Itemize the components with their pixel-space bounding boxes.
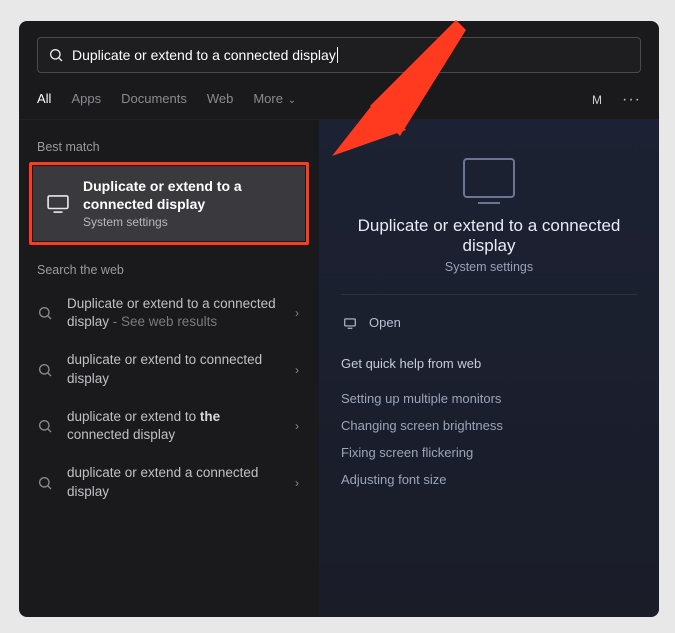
preview-icon-wrap [341, 158, 637, 198]
account-avatar[interactable]: M [586, 89, 608, 111]
search-icon [37, 418, 53, 434]
chevron-right-icon[interactable]: › [295, 363, 301, 377]
best-match-subtitle: System settings [83, 215, 291, 229]
tab-more[interactable]: More ⌄ [253, 91, 296, 110]
best-match-result[interactable]: Duplicate or extend to a connected displ… [33, 166, 305, 241]
search-input-container[interactable]: Duplicate or extend to a connected displ… [37, 37, 641, 73]
quick-help-link[interactable]: Changing screen brightness [341, 412, 637, 439]
web-result[interactable]: duplicate or extend to the connected dis… [19, 398, 319, 454]
results-column: Best match Duplicate or extend to a conn… [19, 120, 319, 617]
web-result[interactable]: duplicate or extend a connected display … [19, 454, 319, 510]
tab-documents[interactable]: Documents [121, 91, 187, 110]
open-icon [343, 316, 357, 330]
start-search-panel: Duplicate or extend to a connected displ… [19, 21, 659, 617]
search-input-text[interactable]: Duplicate or extend to a connected displ… [72, 47, 336, 63]
web-result-text: Duplicate or extend to a connected displ… [67, 295, 281, 331]
tab-web[interactable]: Web [207, 91, 234, 110]
quick-help-link[interactable]: Setting up multiple monitors [341, 385, 637, 412]
web-result-text: duplicate or extend to the connected dis… [67, 408, 281, 444]
chevron-right-icon[interactable]: › [295, 419, 301, 433]
chevron-right-icon[interactable]: › [295, 476, 301, 490]
web-result-text: duplicate or extend to connected display [67, 351, 281, 387]
search-icon [37, 305, 53, 321]
monitor-icon [47, 195, 69, 213]
open-label: Open [369, 315, 401, 330]
web-result[interactable]: Duplicate or extend to a connected displ… [19, 285, 319, 341]
best-match-heading: Best match [19, 130, 319, 162]
search-icon [37, 475, 53, 491]
quick-help-link[interactable]: Fixing screen flickering [341, 439, 637, 466]
quick-help-heading: Get quick help from web [341, 356, 637, 371]
divider [341, 294, 637, 295]
chevron-right-icon[interactable]: › [295, 306, 301, 320]
preview-title: Duplicate or extend to a connected displ… [341, 216, 637, 256]
highlight-callout: Duplicate or extend to a connected displ… [29, 162, 309, 245]
search-icon [37, 362, 53, 378]
tab-apps[interactable]: Apps [71, 91, 101, 110]
preview-pane: Duplicate or extend to a connected displ… [319, 120, 659, 617]
monitor-icon [463, 158, 515, 198]
search-icon [48, 47, 64, 63]
text-cursor [337, 47, 338, 63]
tab-all[interactable]: All [37, 91, 51, 110]
web-result[interactable]: duplicate or extend to connected display… [19, 341, 319, 397]
search-web-heading: Search the web [19, 253, 319, 285]
web-result-text: duplicate or extend a connected display [67, 464, 281, 500]
more-options-button[interactable]: ··· [622, 91, 641, 109]
best-match-title: Duplicate or extend to a connected displ… [83, 178, 291, 213]
filter-tabs: All Apps Documents Web More ⌄ M ··· [19, 73, 659, 120]
chevron-down-icon: ⌄ [285, 95, 296, 106]
preview-subtitle: System settings [341, 260, 637, 274]
quick-help-link[interactable]: Adjusting font size [341, 466, 637, 493]
open-button[interactable]: Open [341, 309, 637, 336]
